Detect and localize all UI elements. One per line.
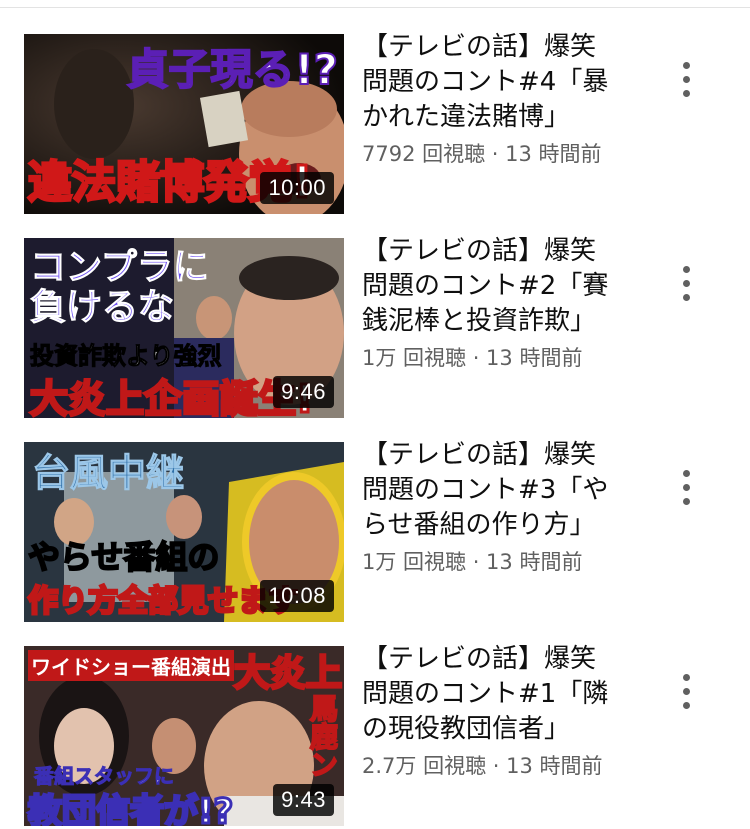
- more-vertical-icon[interactable]: [668, 258, 704, 308]
- video-title-line: かれた違法賭博」: [362, 102, 571, 132]
- video-title-line: 銭泥棒と投資詐欺」: [362, 306, 597, 336]
- video-title[interactable]: 【テレビの話】爆笑 問題のコント#1「隣 の現役教団信者」: [362, 642, 642, 747]
- video-title-line: の現役教団信者」: [362, 714, 571, 744]
- more-vertical-icon[interactable]: [668, 666, 704, 716]
- video-meta: 1万 回視聴 · 13 時間前: [362, 550, 583, 574]
- video-title-line: 【テレビの話】爆笑: [362, 236, 597, 266]
- video-thumbnail[interactable]: コンプラに 負けるな 投資詐欺より強烈 大炎上企画誕生! 9:46: [24, 238, 344, 418]
- video-title-line: 問題のコント#3「や: [362, 475, 609, 505]
- thumbnail-caption: 負けるな: [29, 287, 175, 329]
- more-vertical-icon[interactable]: [668, 54, 704, 104]
- video-duration: 9:43: [273, 784, 334, 816]
- thumbnail-caption-top: 貞子現る!?: [125, 44, 339, 95]
- video-title[interactable]: 【テレビの話】爆笑 問題のコント#2「賽 銭泥棒と投資詐欺」: [362, 234, 642, 339]
- video-duration: 10:08: [260, 580, 334, 612]
- thumbnail-caption: 作り方全部見せます: [27, 583, 300, 621]
- thumbnail-caption: 教団信者が!?: [26, 791, 234, 827]
- video-meta: 2.7万 回視聴 · 13 時間前: [362, 754, 603, 778]
- video-item[interactable]: 貞子現る!? 違法賭博発覚! 10:00 【テレビの話】爆笑 問題のコント#4「…: [0, 32, 750, 216]
- video-title-line: 【テレビの話】爆笑: [362, 440, 597, 470]
- video-meta: 7792 回視聴 · 13 時間前: [362, 142, 602, 166]
- video-title-line: 【テレビの話】爆笑: [362, 644, 597, 674]
- top-divider: [0, 7, 750, 8]
- video-thumbnail[interactable]: ワイドショー番組演出 大炎上 馬鹿ン 番組スタッフに 教団信者が!? 9:43: [24, 646, 344, 826]
- thumbnail-caption: 馬鹿ン: [305, 693, 340, 779]
- video-title[interactable]: 【テレビの話】爆笑 問題のコント#3「や らせ番組の作り方」: [362, 438, 642, 543]
- video-item[interactable]: コンプラに 負けるな 投資詐欺より強烈 大炎上企画誕生! 9:46 【テレビの話…: [0, 236, 750, 420]
- thumbnail-caption: 大炎上企画誕生!: [28, 376, 314, 419]
- video-item[interactable]: ワイドショー番組演出 大炎上 馬鹿ン 番組スタッフに 教団信者が!? 9:43 …: [0, 644, 750, 828]
- video-title-line: らせ番組の作り方」: [362, 510, 596, 540]
- video-meta: 1万 回視聴 · 13 時間前: [362, 346, 583, 370]
- video-title[interactable]: 【テレビの話】爆笑 問題のコント#4「暴 かれた違法賭博」: [362, 30, 642, 135]
- video-title-line: 問題のコント#2「賽: [362, 271, 609, 301]
- video-title-line: 問題のコント#1「隣: [362, 679, 609, 709]
- video-title-line: 問題のコント#4「暴: [362, 67, 609, 97]
- thumbnail-caption: 投資詐欺より強烈: [30, 342, 223, 371]
- more-vertical-icon[interactable]: [668, 462, 704, 512]
- video-item[interactable]: 台風中継 やらせ番組の 作り方全部見せます 10:08 【テレビの話】爆笑 問題…: [0, 440, 750, 624]
- thumbnail-caption: ワイドショー番組演出: [28, 650, 234, 681]
- video-duration: 9:46: [273, 376, 334, 408]
- thumbnail-caption: やらせ番組の: [27, 537, 220, 577]
- video-thumbnail[interactable]: 貞子現る!? 違法賭博発覚! 10:00: [24, 34, 344, 214]
- video-thumbnail[interactable]: 台風中継 やらせ番組の 作り方全部見せます 10:08: [24, 442, 344, 622]
- thumbnail-caption: 台風中継: [31, 451, 185, 496]
- thumbnail-caption: 大炎上: [232, 652, 343, 696]
- video-title-line: 【テレビの話】爆笑: [362, 32, 597, 62]
- video-duration: 10:00: [260, 172, 334, 204]
